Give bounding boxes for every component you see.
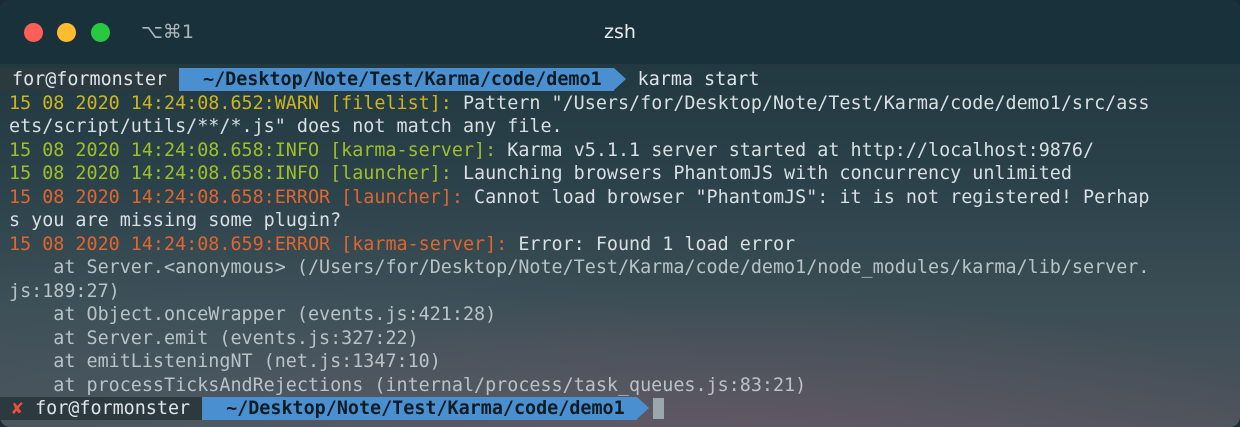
terminal-window: ⌥⌘1 zsh for@formonster ~/Desktop/Note/Te…: [0, 0, 1240, 427]
log-line-continuation: s you are missing some plugin?: [9, 210, 342, 231]
stack-trace-line: at Server.<anonymous> (/Users/for/Deskto…: [9, 257, 1150, 278]
log-prefix: 15 08 2020 14:24:08.652:WARN [filelist]:: [9, 92, 452, 114]
window-title: zsh: [604, 21, 636, 43]
log-message: Cannot load browser "PhantomJS": it is n…: [462, 186, 1150, 208]
log-prefix: 15 08 2020 14:24:08.658:INFO [karma-serv…: [9, 139, 497, 161]
prompt-line-current[interactable]: ✘ for@formonster ~/Desktop/Note/Test/Karm…: [0, 397, 1240, 421]
error-status-icon: ✘: [12, 398, 24, 420]
log-line-warn: 15 08 2020 14:24:08.652:WARN [filelist]:…: [0, 92, 1240, 116]
log-line-continuation: ets/script/utils/**/*.js" does not match…: [9, 116, 563, 137]
stack-trace-line: at processTicksAndRejections (internal/p…: [9, 374, 807, 396]
text-cursor[interactable]: [652, 398, 664, 420]
terminal-output[interactable]: for@formonster ~/Desktop/Note/Test/Karma…: [0, 68, 1240, 421]
title-bar: ⌥⌘1 zsh: [0, 0, 1240, 64]
log-message: Karma v5.1.1 server started at http://lo…: [496, 139, 1095, 161]
prompt-line: for@formonster ~/Desktop/Note/Test/Karma…: [0, 68, 1240, 92]
entered-command: karma start: [637, 69, 760, 90]
log-prefix: 15 08 2020 14:24:08.658:INFO [launcher]:: [9, 163, 452, 184]
stack-trace-line: at Object.onceWrapper (events.js:421:28): [9, 304, 497, 325]
log-line-info: 15 08 2020 14:24:08.658:INFO [launcher]:…: [0, 162, 1240, 186]
stack-trace-line: at Server.emit (events.js:327:22): [9, 327, 419, 349]
log-prefix: 15 08 2020 14:24:08.658:ERROR [launcher]…: [9, 186, 463, 208]
stack-trace-continuation: js:189:27): [9, 280, 120, 302]
stack-trace-line: at emitListeningNT (net.js:1347:10): [9, 351, 441, 372]
log-line-info: 15 08 2020 14:24:08.658:INFO [karma-serv…: [0, 139, 1240, 163]
prompt-path-segment: ~/Desktop/Note/Test/Karma/code/demo1: [202, 397, 649, 421]
log-line-error: 15 08 2020 14:24:08.658:ERROR [launcher]…: [0, 186, 1240, 210]
log-prefix: 15 08 2020 14:24:08.659:ERROR [karma-ser…: [9, 233, 508, 255]
prompt-user-segment: ✘ for@formonster: [0, 397, 215, 421]
log-message: Launching browsers PhantomJS with concur…: [451, 163, 1072, 184]
prompt-path-segment: ~/Desktop/Note/Test/Karma/code/demo1: [179, 68, 626, 92]
log-message: Error: Found 1 load error: [507, 233, 796, 255]
prompt-user-label: for@formonster: [35, 398, 191, 420]
log-line-error: 15 08 2020 14:24:08.659:ERROR [karma-ser…: [0, 233, 1240, 257]
log-message: Pattern "/Users/for/Desktop/Note/Test/Ka…: [451, 92, 1150, 114]
prompt-user-segment: for@formonster: [0, 68, 192, 92]
